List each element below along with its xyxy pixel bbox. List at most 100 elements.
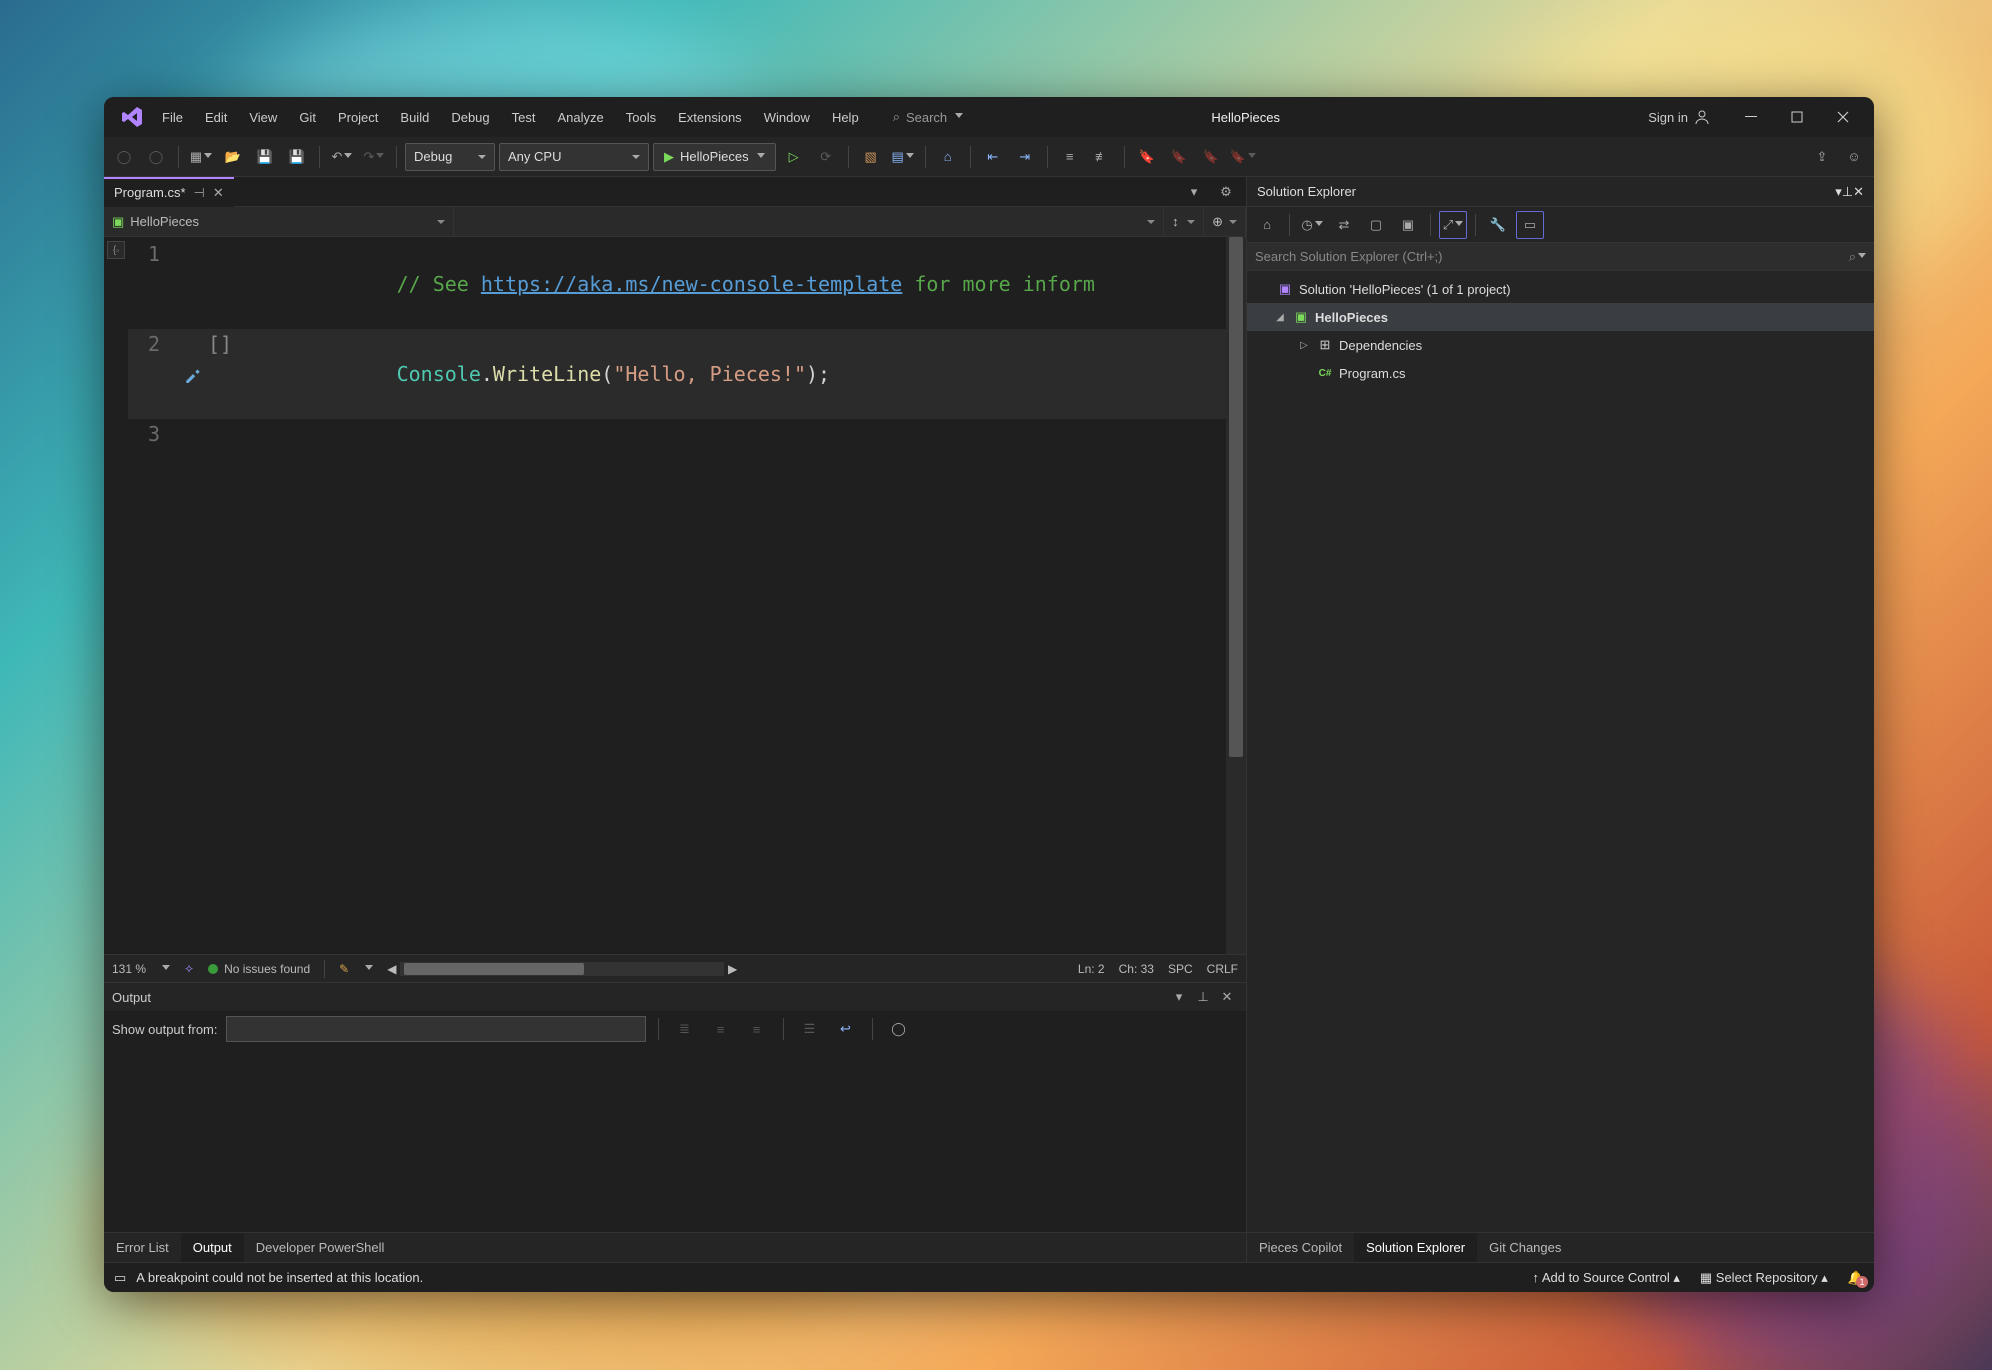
brush-icon[interactable]: ✎ <box>339 962 349 976</box>
nav-extra-2[interactable]: ⊕ <box>1204 207 1246 236</box>
solution-tree[interactable]: ▣ Solution 'HelloPieces' (1 of 1 project… <box>1247 271 1874 1232</box>
nav-back-button[interactable]: ◯ <box>110 143 138 171</box>
menu-test[interactable]: Test <box>502 106 546 129</box>
sx-home-button[interactable]: ⌂ <box>1253 211 1281 239</box>
nav-extra-1[interactable]: ↕ <box>1164 207 1204 236</box>
menu-build[interactable]: Build <box>390 106 439 129</box>
start-without-debug-button[interactable]: ▷ <box>780 143 808 171</box>
tree-project-node[interactable]: ◢ ▣ HelloPieces <box>1247 303 1874 331</box>
tab-developer-powershell[interactable]: Developer PowerShell <box>244 1233 397 1263</box>
solution-platform-combo[interactable]: Any CPU <box>499 143 649 171</box>
code-editor[interactable]: {▫ 1 // See https://aka.ms/new-console-t… <box>104 237 1246 954</box>
url-link[interactable]: https://aka.ms/new-console-template <box>481 272 902 296</box>
scrollbar-thumb[interactable] <box>404 963 584 975</box>
menu-window[interactable]: Window <box>754 106 820 129</box>
output-btn-3[interactable]: ≡ <box>743 1015 771 1043</box>
output-source-combo[interactable] <box>226 1016 646 1042</box>
solution-config-combo[interactable]: Debug <box>405 143 495 171</box>
bookmark-prev-button[interactable]: 🔖 <box>1165 143 1193 171</box>
tab-settings-button[interactable]: ⚙ <box>1212 178 1240 206</box>
menu-git[interactable]: Git <box>289 106 326 129</box>
zoom-level[interactable]: 131 % <box>112 962 146 976</box>
menu-tools[interactable]: Tools <box>616 106 666 129</box>
redo-button[interactable]: ↷ <box>360 143 388 171</box>
bookmark-button[interactable]: 🔖 <box>1133 143 1161 171</box>
sx-sync-button[interactable]: ⇄ <box>1330 211 1358 239</box>
panel-close-button[interactable]: ✕ <box>1853 184 1864 200</box>
panel-close-button[interactable]: ✕ <box>1216 986 1238 1008</box>
sx-preview-button[interactable]: ▭ <box>1516 211 1544 239</box>
menu-extensions[interactable]: Extensions <box>668 106 752 129</box>
menu-debug[interactable]: Debug <box>441 106 499 129</box>
menu-analyze[interactable]: Analyze <box>547 106 613 129</box>
start-debug-button[interactable]: ▶ HelloPieces <box>653 143 776 171</box>
minimize-button[interactable] <box>1728 100 1774 134</box>
tree-solution-node[interactable]: ▣ Solution 'HelloPieces' (1 of 1 project… <box>1247 275 1874 303</box>
undo-button[interactable]: ↶ <box>328 143 356 171</box>
tab-overflow-button[interactable]: ▾ <box>1180 178 1208 206</box>
horizontal-scrollbar[interactable]: ◀ ▶ <box>387 962 737 976</box>
open-file-button[interactable]: 📂 <box>219 143 247 171</box>
scroll-left-icon[interactable]: ◀ <box>387 962 396 976</box>
expander-icon[interactable]: ▷ <box>1297 338 1311 352</box>
notifications-button[interactable]: 🔔1 <box>1848 1270 1864 1286</box>
close-button[interactable] <box>1820 100 1866 134</box>
output-btn-1[interactable]: ≣ <box>671 1015 699 1043</box>
eol-mode[interactable]: CRLF <box>1207 962 1238 976</box>
uncomment-button[interactable]: ≢ <box>1088 143 1116 171</box>
panel-pin-button[interactable]: ⊥ <box>1192 986 1214 1008</box>
solution-explorer-search[interactable]: Search Solution Explorer (Ctrl+;) ⌕ <box>1247 243 1874 271</box>
sx-view-mode-button[interactable]: ⤢ <box>1439 211 1467 239</box>
new-item-button[interactable]: ▦ <box>187 143 215 171</box>
indent-button[interactable]: ⇥ <box>1011 143 1039 171</box>
sign-in-button[interactable]: Sign in <box>1648 109 1710 125</box>
nav-project-combo[interactable]: ▣ HelloPieces <box>104 207 454 236</box>
vertical-scrollbar[interactable] <box>1226 237 1246 954</box>
menu-view[interactable]: View <box>239 106 287 129</box>
tree-dependencies-node[interactable]: ▷ ⊞ Dependencies <box>1247 331 1874 359</box>
output-btn-2[interactable]: ≡ <box>707 1015 735 1043</box>
expander-icon[interactable] <box>1257 282 1271 296</box>
issues-indicator[interactable]: No issues found <box>208 962 310 976</box>
bookmark-clear-button[interactable]: 🔖 <box>1229 143 1257 171</box>
nav-forward-button[interactable]: ◯ <box>142 143 170 171</box>
expander-icon[interactable]: ◢ <box>1273 310 1287 324</box>
nav-type-combo[interactable] <box>454 207 1164 236</box>
menu-file[interactable]: File <box>152 106 193 129</box>
cursor-line[interactable]: Ln: 2 <box>1078 962 1105 976</box>
screwdriver-icon[interactable] <box>178 329 208 419</box>
tab-git-changes[interactable]: Git Changes <box>1477 1233 1573 1263</box>
chevron-down-icon[interactable] <box>162 965 170 973</box>
feedback-button[interactable]: ☺ <box>1840 143 1868 171</box>
tab-solution-explorer[interactable]: Solution Explorer <box>1354 1233 1477 1263</box>
save-button[interactable]: 💾 <box>251 143 279 171</box>
tab-program-cs[interactable]: Program.cs* ⊣ ✕ <box>104 177 234 207</box>
pin-icon[interactable]: ⊣ <box>194 185 205 201</box>
indent-mode[interactable]: SPC <box>1168 962 1193 976</box>
toolbar-btn-3[interactable]: ⌂ <box>934 143 962 171</box>
output-clear-button[interactable]: ◯ <box>885 1015 913 1043</box>
menu-project[interactable]: Project <box>328 106 388 129</box>
sx-properties-button[interactable]: 🔧 <box>1484 211 1512 239</box>
save-all-button[interactable]: 💾 <box>283 143 311 171</box>
hot-reload-button[interactable]: ⟳ <box>812 143 840 171</box>
menu-edit[interactable]: Edit <box>195 106 237 129</box>
scroll-right-icon[interactable]: ▶ <box>728 962 737 976</box>
intellisense-icon[interactable]: ✧ <box>184 962 194 976</box>
output-body[interactable] <box>104 1047 1246 1232</box>
select-repository-button[interactable]: ▦ Select Repository ▴ <box>1700 1270 1828 1286</box>
maximize-button[interactable] <box>1774 100 1820 134</box>
sx-btn-4[interactable]: ▣ <box>1394 211 1422 239</box>
tab-output[interactable]: Output <box>181 1233 244 1263</box>
sx-btn-3[interactable]: ▢ <box>1362 211 1390 239</box>
sx-history-button[interactable]: ◷ <box>1298 211 1326 239</box>
scrollbar-thumb[interactable] <box>1229 237 1243 757</box>
comment-button[interactable]: ≡ <box>1056 143 1084 171</box>
tab-pieces-copilot[interactable]: Pieces Copilot <box>1247 1233 1354 1263</box>
tab-close-icon[interactable]: ✕ <box>213 185 224 201</box>
tab-error-list[interactable]: Error List <box>104 1233 181 1263</box>
output-wrap-button[interactable]: ↩ <box>832 1015 860 1043</box>
toolbar-btn-2[interactable]: ▤ <box>889 143 917 171</box>
bookmark-next-button[interactable]: 🔖 <box>1197 143 1225 171</box>
text-editor-surface[interactable]: 1 // See https://aka.ms/new-console-temp… <box>128 237 1246 954</box>
